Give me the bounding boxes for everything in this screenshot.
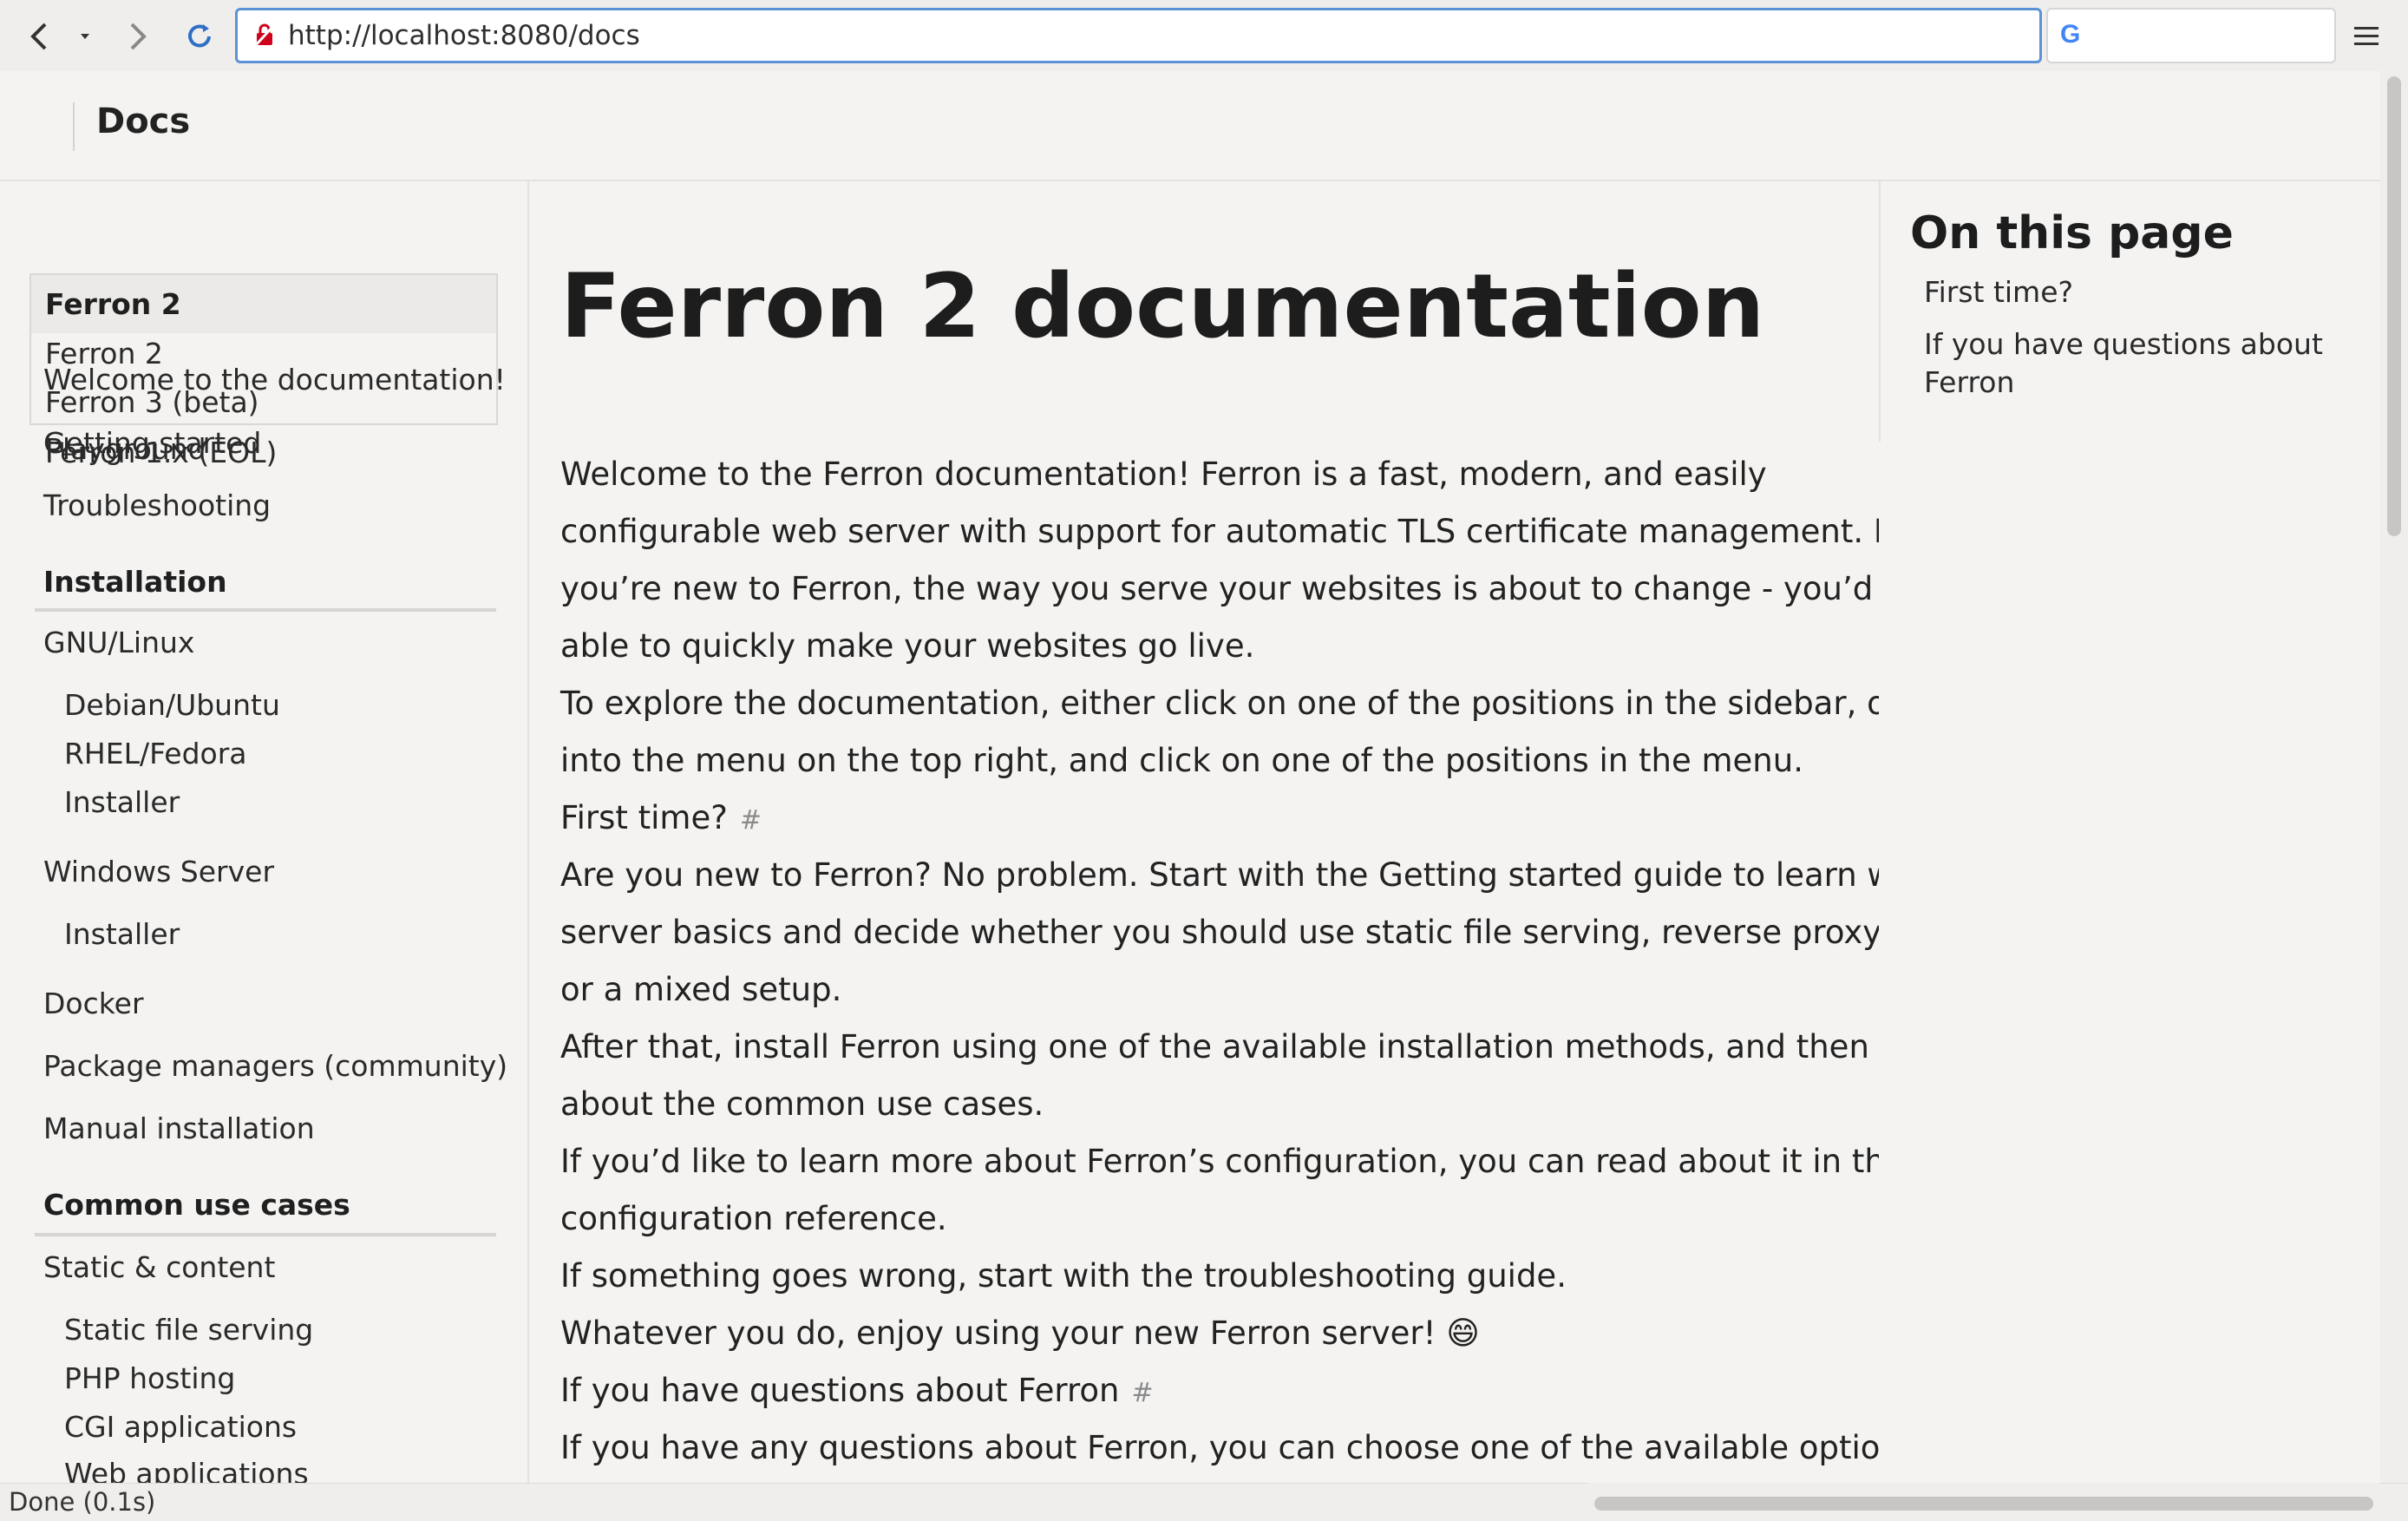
sidebar-item-troubleshooting[interactable]: Troubleshooting [43, 488, 271, 522]
site-header: Docs [0, 71, 2380, 181]
back-button[interactable] [16, 12, 64, 61]
site-title-link[interactable]: Docs [96, 95, 190, 148]
sidebar-item-docker[interactable]: Docker [43, 987, 144, 1020]
version-dropdown[interactable]: Ferron 2 [29, 273, 498, 335]
sidebar-item-package-managers[interactable]: Package managers (community) [43, 1049, 507, 1083]
status-text: Done (0.1s) [9, 1487, 156, 1517]
history-dropdown-button[interactable] [68, 12, 102, 61]
heading-text: First time? [560, 799, 728, 836]
sidebar-item-gnu-linux[interactable]: GNU/Linux [43, 626, 194, 659]
version-dropdown-menu: Ferron 2 Welcome to the documentation! F… [29, 333, 506, 469]
anchor-link[interactable]: # [740, 805, 762, 836]
sidebar-item-web-applications[interactable]: Web applications [64, 1457, 309, 1483]
docs-sidebar: Ferron 2 Ferron 2 Welcome to the documen… [0, 181, 529, 1483]
paragraph-line: After that, install Ferron using one of … [560, 1028, 1879, 1065]
sidebar-item-static-file-serving[interactable]: Static file serving [64, 1313, 313, 1347]
vertical-scrollbar[interactable] [2380, 71, 2408, 1483]
forward-arrow-icon [130, 23, 147, 50]
paragraph-line: Are you new to Ferron? No problem. Start… [560, 856, 1879, 894]
anchor-link[interactable]: # [1131, 1378, 1153, 1408]
paragraph-line: server basics and decide whether you sho… [560, 914, 1879, 951]
dropdown-arrow-icon [81, 34, 89, 39]
version-selected: Ferron 2 [45, 287, 181, 321]
paragraph-line: To explore the documentation, either cli… [560, 685, 1879, 722]
url-text[interactable]: http://localhost:8080/docs [288, 10, 640, 61]
sidebar-heading-common-use-cases: Common use cases [35, 1188, 496, 1236]
horizontal-scrollbar[interactable] [1587, 1483, 2380, 1520]
forward-button[interactable] [113, 12, 161, 61]
sidebar-item-php-hosting[interactable]: PHP hosting [64, 1361, 235, 1395]
insecure-lock-icon [253, 23, 276, 48]
paragraph-line: configuration reference. [560, 1200, 947, 1237]
back-arrow-icon [30, 23, 47, 50]
google-icon: G [2060, 20, 2081, 49]
section-heading-first-time: First time? # [560, 794, 762, 845]
sidebar-item-getting-started[interactable]: Getting started [43, 426, 261, 460]
paragraph-line: Welcome to the Ferron documentation! Fer… [560, 456, 1767, 493]
paragraph-line: If you have any questions about Ferron, … [560, 1429, 1879, 1466]
on-this-page-toc: On this page First time? If you have que… [1879, 181, 2380, 442]
reload-button[interactable] [175, 12, 224, 61]
paragraph-line: or a mixed setup. [560, 971, 842, 1008]
search-bar[interactable]: G [2046, 8, 2336, 63]
paragraph-line: about the common use cases. [560, 1085, 1044, 1123]
sidebar-item-static-content[interactable]: Static & content [43, 1250, 275, 1284]
sidebar-item-manual-installation[interactable]: Manual installation [43, 1111, 315, 1145]
paragraph-line: you’re new to Ferron, the way you serve … [560, 570, 1879, 607]
toc-title: On this page [1910, 207, 2234, 259]
sidebar-item-windows-installer[interactable]: Installer [64, 917, 180, 951]
vertical-scroll-thumb[interactable] [2387, 76, 2401, 536]
address-bar[interactable]: http://localhost:8080/docs [235, 8, 2042, 63]
paragraph-line: able to quickly make your websites go li… [560, 627, 1255, 665]
sidebar-item-rhel-fedora[interactable]: RHEL/Fedora [64, 737, 247, 770]
paragraph-line: into the menu on the top right, and clic… [560, 742, 1803, 779]
sidebar-item-debian-ubuntu[interactable]: Debian/Ubuntu [64, 688, 280, 722]
toc-link-questions[interactable]: If you have questions about Ferron [1924, 325, 2340, 402]
sidebar-item-linux-installer[interactable]: Installer [64, 785, 180, 819]
main-content: Ferron 2 documentation Welcome to the Fe… [529, 181, 1879, 1483]
header-divider [73, 102, 75, 151]
browser-menu-button[interactable] [2342, 12, 2391, 61]
page-title: Ferron 2 documentation [560, 255, 1765, 358]
sidebar-heading-installation: Installation [35, 565, 496, 612]
heading-text: If you have questions about Ferron [560, 1372, 1120, 1409]
paragraph-line: Whatever you do, enjoy using your new Fe… [560, 1314, 1480, 1352]
sidebar-item-cgi-applications[interactable]: CGI applications [64, 1410, 297, 1444]
horizontal-scroll-thumb[interactable] [1594, 1497, 2373, 1511]
toc-link-first-time[interactable]: First time? [1924, 273, 2073, 311]
paragraph-line: If something goes wrong, start with the … [560, 1257, 1567, 1295]
reload-icon [188, 24, 211, 48]
sidebar-item-windows-server[interactable]: Windows Server [43, 855, 274, 888]
browser-toolbar: http://localhost:8080/docs G [0, 0, 2408, 71]
page-viewport: Docs Ferron 2 Ferron 2 Welcome to the do… [0, 71, 2380, 1483]
paragraph-line: If you’d like to learn more about Ferron… [560, 1143, 1879, 1180]
section-heading-questions: If you have questions about Ferron # [560, 1367, 1154, 1418]
version-option-ferron-3-beta[interactable]: Ferron 3 (beta) [45, 385, 259, 419]
paragraph-line: configurable web server with support for… [560, 513, 1879, 550]
hamburger-menu-icon [2354, 27, 2379, 45]
